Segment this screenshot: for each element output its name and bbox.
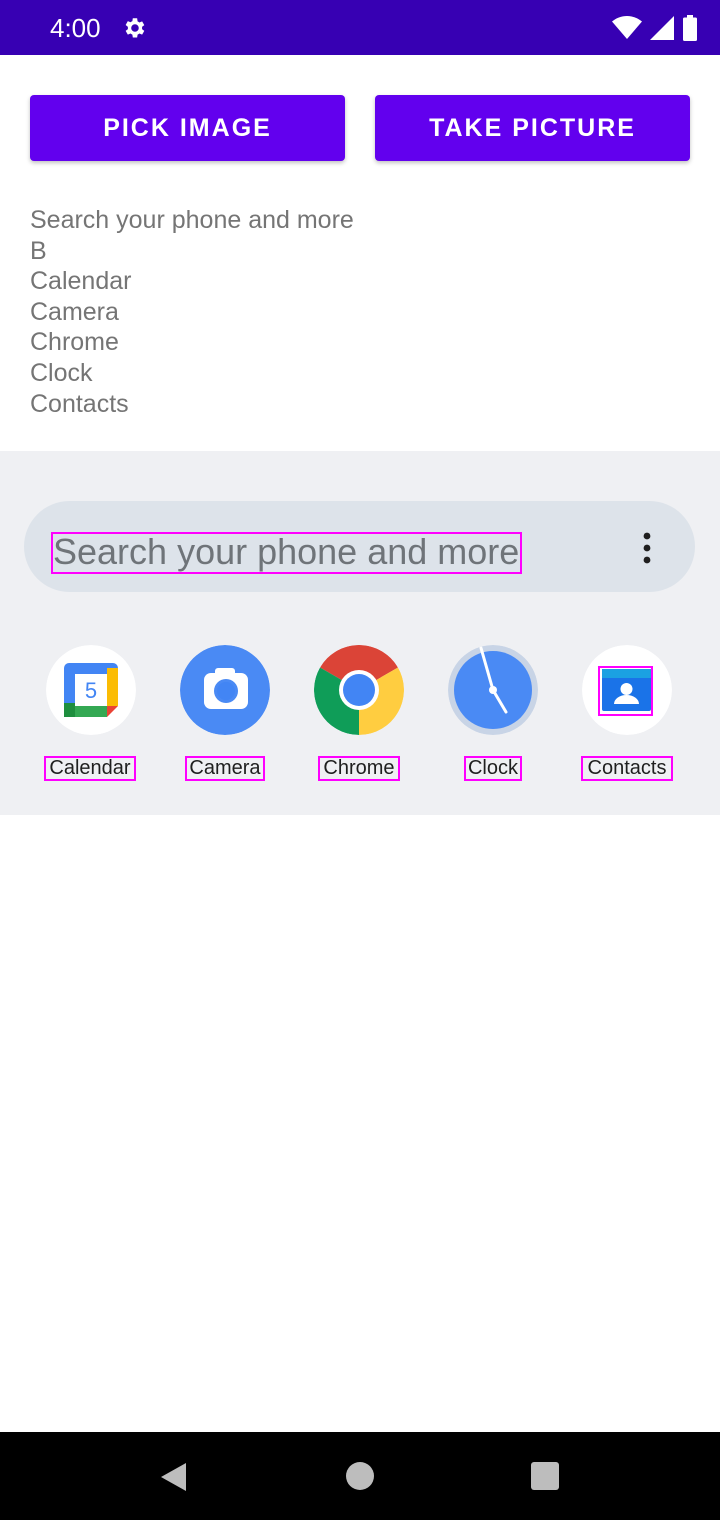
app-label: Clock [464,756,522,781]
result-line: Clock [30,358,93,387]
recents-icon[interactable] [531,1462,559,1490]
chrome-icon [314,645,404,735]
battery-icon [683,15,697,41]
back-icon[interactable] [158,1462,188,1492]
app-label: Contacts [581,756,673,781]
app-camera[interactable]: Camera [158,645,292,785]
camera-icon [180,645,270,735]
launcher-panel: Search your phone and more 5 Calendar Ca… [0,451,720,815]
more-options-icon[interactable] [636,531,658,565]
result-text-list: Search your phone and more B Calendar Ca… [30,205,354,419]
contacts-icon [582,645,672,735]
signal-icon [650,16,674,40]
search-input[interactable]: Search your phone and more [51,532,522,574]
search-bar[interactable]: Search your phone and more [24,501,695,592]
app-chrome[interactable]: Chrome [292,645,426,785]
status-bar: 4:00 [0,0,720,55]
app-contacts[interactable]: Contacts [560,645,694,785]
app-clock[interactable]: Clock [426,645,560,785]
result-line: B [30,236,47,265]
result-line: Chrome [30,328,119,357]
pick-image-button[interactable]: PICK IMAGE [30,95,345,161]
result-line: Search your phone and more [30,206,354,234]
home-icon[interactable] [345,1461,375,1491]
app-label: Calendar [44,756,136,781]
take-picture-button[interactable]: TAKE PICTURE [375,95,690,161]
wifi-icon [612,16,642,39]
app-calendar[interactable]: 5 Calendar [24,645,158,785]
status-time: 4:00 [50,13,101,43]
app-label: Chrome [318,756,400,781]
calendar-icon: 5 [46,645,136,735]
result-line: Contacts [30,389,129,418]
result-line: Calendar [30,267,132,296]
app-label: Camera [185,756,265,781]
settings-icon [125,18,145,38]
result-line: Camera [30,297,119,326]
navigation-bar [0,1432,720,1520]
clock-icon [448,645,538,735]
calendar-day: 5 [85,678,97,703]
